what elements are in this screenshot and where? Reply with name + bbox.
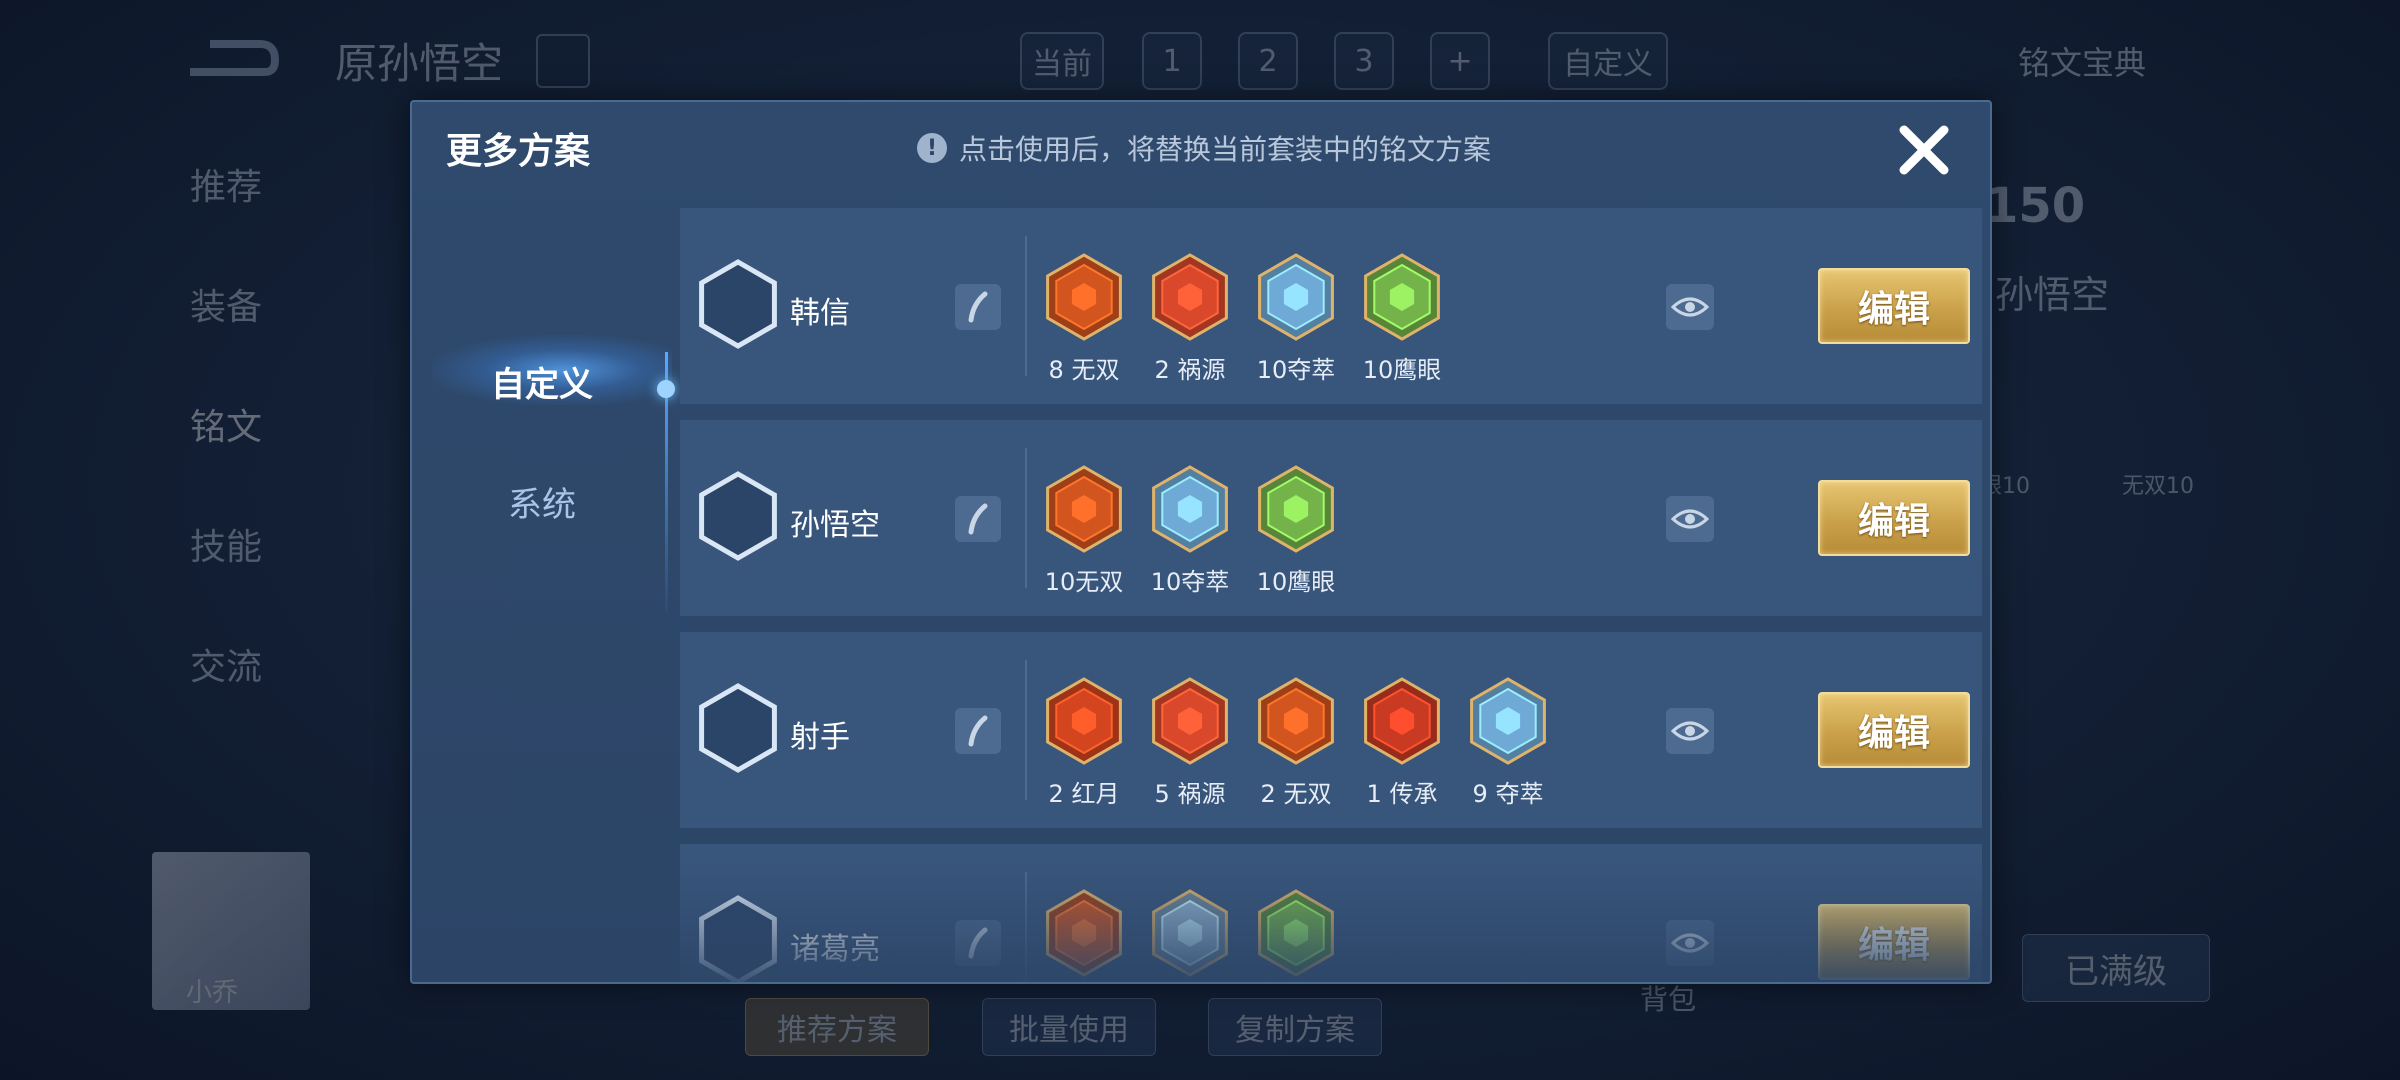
rune-count-label: 10鹰眼 (1362, 356, 1442, 384)
notice-text: 点击使用后，将替换当前套装中的铭文方案 (959, 133, 1492, 166)
rune-wushuang-icon: 8 无双 (1040, 252, 1128, 392)
plan-row[interactable]: 韩信 8 无双 2 祸源 10夺萃 10鹰眼 编辑 (680, 208, 1982, 404)
preview-eye-icon[interactable] (1666, 496, 1714, 542)
rune-wushuang-icon: 10无双 (1040, 464, 1128, 604)
list-fade (672, 862, 1990, 982)
row-divider (1025, 236, 1027, 376)
tab-custom[interactable]: 自定义 (412, 357, 672, 406)
rune-duocui-icon: 10夺萃 (1252, 252, 1340, 392)
plan-name: 射手 (790, 720, 850, 755)
dialog-title: 更多方案 (446, 131, 591, 172)
plan-tabs: 自定义 系统 (412, 202, 675, 982)
rune-huoyuan-icon: 2 祸源 (1146, 252, 1234, 392)
edit-button[interactable]: 编辑 (1818, 692, 1970, 768)
rune-count-label: 10无双 (1044, 568, 1124, 596)
edit-button[interactable]: 编辑 (1818, 480, 1970, 556)
plan-name: 孙悟空 (790, 508, 880, 543)
level-badge (698, 258, 778, 350)
tab-system[interactable]: 系统 (412, 477, 672, 526)
rune-hongyue-icon: 2 红月 (1040, 676, 1128, 816)
rune-count-label: 2 红月 (1048, 780, 1120, 808)
preview-eye-icon[interactable] (1666, 708, 1714, 754)
rune-count-label: 10鹰眼 (1256, 568, 1336, 596)
rune-count-label: 5 祸源 (1154, 780, 1226, 808)
rename-pen-icon[interactable] (955, 284, 1001, 330)
close-icon[interactable] (1892, 118, 1956, 182)
rename-pen-icon[interactable] (955, 496, 1001, 542)
rune-count-label: 2 祸源 (1154, 356, 1226, 384)
dialog-notice: ! 点击使用后，将替换当前套装中的铭文方案 (917, 128, 1491, 168)
rune-count-label: 8 无双 (1048, 356, 1120, 384)
rune-yingyan-icon: 10鹰眼 (1252, 464, 1340, 604)
row-divider (1025, 448, 1027, 588)
rename-pen-icon[interactable] (955, 708, 1001, 754)
more-plans-dialog: 更多方案 ! 点击使用后，将替换当前套装中的铭文方案 自定义 系统 韩信 8 无双… (410, 100, 1992, 984)
level-badge (698, 470, 778, 562)
row-divider (1025, 660, 1027, 800)
plan-row[interactable]: 孙悟空 10无双 10夺萃 10鹰眼 编辑 (680, 420, 1982, 616)
plan-name: 韩信 (790, 296, 850, 331)
rune-count-label: 2 无双 (1260, 780, 1332, 808)
rune-duocui-icon: 9 夺萃 (1464, 676, 1552, 816)
plan-row[interactable]: 射手 2 红月 5 祸源 2 无双 1 传承 9 夺萃 编辑 (680, 632, 1982, 828)
preview-eye-icon[interactable] (1666, 284, 1714, 330)
rune-huoyuan-icon: 5 祸源 (1146, 676, 1234, 816)
rune-yingyan-icon: 10鹰眼 (1358, 252, 1446, 392)
rune-count-label: 1 传承 (1366, 780, 1438, 808)
rune-count-label: 9 夺萃 (1472, 780, 1544, 808)
info-icon: ! (917, 133, 947, 163)
edit-button[interactable]: 编辑 (1818, 268, 1970, 344)
rune-duocui-icon: 10夺萃 (1146, 464, 1234, 604)
rune-wushuang-icon: 2 无双 (1252, 676, 1340, 816)
level-badge (698, 682, 778, 774)
rune-count-label: 10夺萃 (1150, 568, 1230, 596)
rune-count-label: 10夺萃 (1256, 356, 1336, 384)
rune-chuancheng-icon: 1 传承 (1358, 676, 1446, 816)
